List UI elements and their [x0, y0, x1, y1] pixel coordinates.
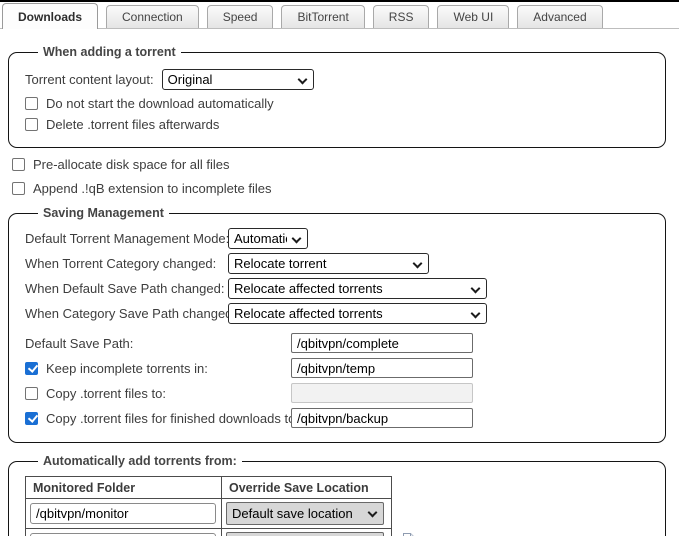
- fieldset-automatically-add-torrents: Automatically add torrents from: Monitor…: [8, 454, 666, 536]
- preallocate-label: Pre-allocate disk space for all files: [33, 157, 230, 172]
- category-path-changed-select-wrap: Relocate affected torrents: [228, 303, 487, 324]
- copy-finished-input[interactable]: [291, 408, 473, 428]
- tab-webui[interactable]: Web UI: [437, 5, 509, 28]
- category-changed-label: When Torrent Category changed:: [25, 256, 228, 271]
- fieldset-legend: Saving Management: [38, 206, 169, 220]
- fieldset-saving-management: Saving Management Default Torrent Manage…: [8, 206, 666, 443]
- table-header-row: Monitored Folder Override Save Location: [26, 477, 392, 499]
- saving-management-selects: Default Torrent Management Mode: Automat…: [25, 228, 653, 324]
- mgmt-mode-row: Default Torrent Management Mode: Automat…: [25, 228, 653, 249]
- copy-finished-checkbox[interactable]: [25, 412, 38, 425]
- incomplete-torrents-row: Keep incomplete torrents in:: [25, 358, 653, 378]
- mgmt-mode-label: Default Torrent Management Mode:: [25, 231, 228, 246]
- incomplete-torrents-label: Keep incomplete torrents in:: [46, 361, 208, 376]
- tab-downloads[interactable]: Downloads: [2, 3, 98, 29]
- override-save-location-header: Override Save Location: [222, 477, 392, 499]
- append-extension-checkbox[interactable]: [12, 182, 25, 195]
- fieldset-when-adding-a-torrent: When adding a torrent Torrent content la…: [8, 45, 666, 148]
- torrent-content-layout-select[interactable]: Original: [162, 69, 314, 90]
- preallocate-checkbox[interactable]: [12, 158, 25, 171]
- category-changed-select-wrap: Relocate torrent: [228, 253, 429, 274]
- default-path-changed-label: When Default Save Path changed:: [25, 281, 228, 296]
- tab-bittorrent[interactable]: BitTorrent: [281, 5, 364, 28]
- delete-torrent-checkbox[interactable]: [25, 118, 38, 131]
- copy-torrent-row: Copy .torrent files to:: [25, 383, 653, 403]
- preferences-tabbar: Downloads Connection Speed BitTorrent RS…: [0, 2, 679, 29]
- override-select-wrap-1: Default save location: [226, 502, 384, 525]
- copy-torrent-checkbox[interactable]: [25, 387, 38, 400]
- category-path-changed-label: When Category Save Path changed:: [25, 306, 228, 321]
- default-save-path-input[interactable]: [291, 333, 473, 353]
- copy-finished-label: Copy .torrent files for finished downloa…: [46, 411, 299, 426]
- category-changed-row: When Torrent Category changed: Relocate …: [25, 253, 653, 274]
- dont-start-checkbox[interactable]: [25, 97, 38, 110]
- incomplete-torrents-checkbox[interactable]: [25, 362, 38, 375]
- default-path-changed-select-wrap: Relocate affected torrents: [228, 278, 487, 299]
- torrent-content-layout-label: Torrent content layout:: [25, 72, 154, 87]
- torrent-content-layout-select-wrap: Original: [162, 69, 314, 90]
- tab-rss[interactable]: RSS: [373, 5, 430, 28]
- override-save-location-select-2[interactable]: Default save location: [226, 532, 384, 536]
- incomplete-torrents-input[interactable]: [291, 358, 473, 378]
- torrent-content-layout-row: Torrent content layout: Original: [25, 69, 653, 90]
- append-extension-row: Append .!qB extension to incomplete file…: [0, 181, 679, 196]
- category-path-changed-row: When Category Save Path changed: Relocat…: [25, 303, 653, 324]
- default-path-changed-select[interactable]: Relocate affected torrents: [228, 278, 487, 299]
- tab-speed[interactable]: Speed: [207, 5, 274, 28]
- default-save-path-row: Default Save Path:: [25, 333, 653, 353]
- table-row: Default save location: [26, 499, 392, 529]
- fieldset-legend: Automatically add torrents from:: [38, 454, 242, 468]
- default-save-path-label: Default Save Path:: [25, 336, 291, 351]
- monitored-folders-area: Monitored Folder Override Save Location …: [25, 472, 653, 536]
- monitored-folder-header: Monitored Folder: [26, 477, 222, 499]
- tab-advanced[interactable]: Advanced: [517, 5, 602, 28]
- preferences-page: Downloads Connection Speed BitTorrent RS…: [0, 0, 679, 536]
- downloads-settings-panel: When adding a torrent Torrent content la…: [0, 29, 679, 536]
- append-extension-label: Append .!qB extension to incomplete file…: [33, 181, 271, 196]
- override-select-wrap-2: Default save location: [226, 532, 384, 536]
- override-save-location-select-1[interactable]: Default save location: [226, 502, 384, 525]
- fieldset-legend: When adding a torrent: [38, 45, 181, 59]
- saving-management-paths: Default Save Path: Keep incomplete torre…: [25, 333, 653, 428]
- copy-torrent-label: Copy .torrent files to:: [46, 386, 166, 401]
- mgmt-mode-select[interactable]: Automatic: [228, 228, 308, 249]
- category-path-changed-select[interactable]: Relocate affected torrents: [228, 303, 487, 324]
- default-path-changed-row: When Default Save Path changed: Relocate…: [25, 278, 653, 299]
- add-monitored-folder-icon[interactable]: [401, 532, 416, 536]
- copy-finished-row: Copy .torrent files for finished downloa…: [25, 408, 653, 428]
- monitored-folders-table: Monitored Folder Override Save Location …: [25, 476, 392, 536]
- dont-start-row: Do not start the download automatically: [25, 96, 653, 111]
- delete-torrent-label: Delete .torrent files afterwards: [46, 117, 219, 132]
- category-changed-select[interactable]: Relocate torrent: [228, 253, 429, 274]
- tab-connection[interactable]: Connection: [106, 5, 199, 28]
- mgmt-mode-select-wrap: Automatic: [228, 228, 308, 249]
- table-row: Default save location: [26, 529, 392, 536]
- monitored-folder-input-1[interactable]: [30, 503, 216, 524]
- delete-torrent-row: Delete .torrent files afterwards: [25, 117, 653, 132]
- dont-start-label: Do not start the download automatically: [46, 96, 274, 111]
- preallocate-row: Pre-allocate disk space for all files: [0, 157, 679, 172]
- copy-torrent-input: [291, 383, 473, 403]
